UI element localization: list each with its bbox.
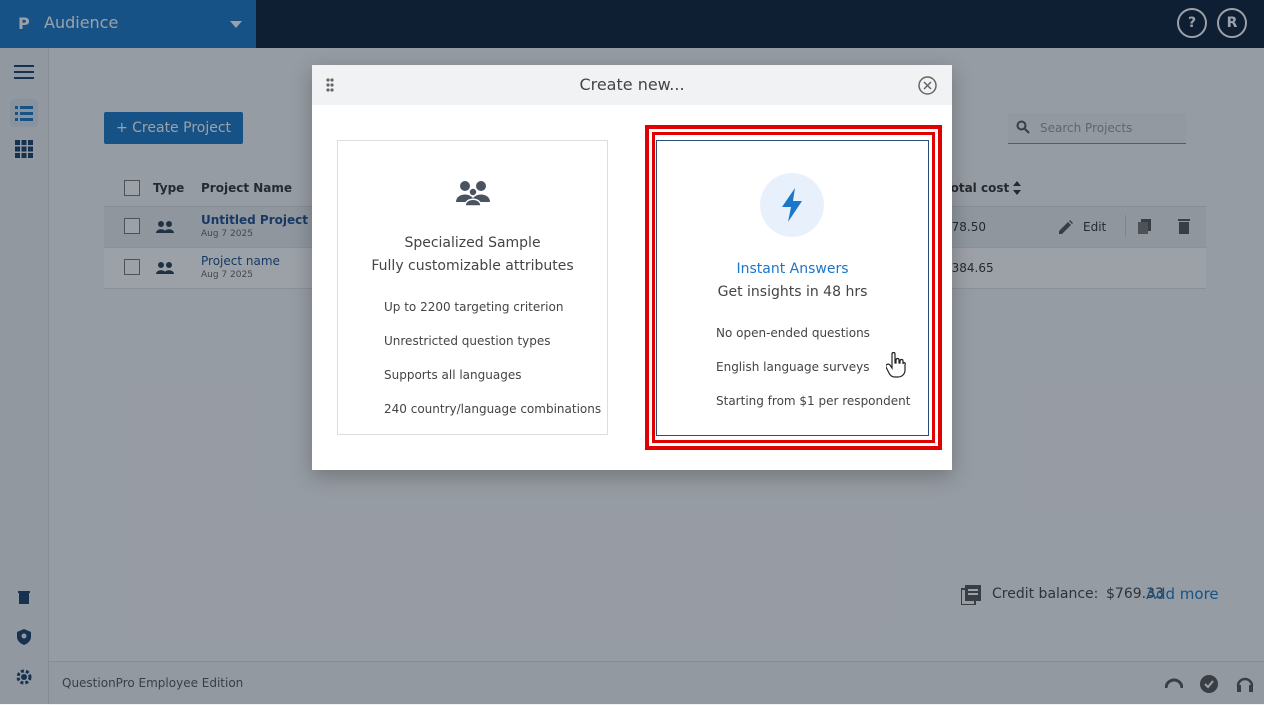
card-title: Instant Answers — [736, 261, 849, 277]
group-users-icon — [456, 181, 490, 206]
specialized-sample-card[interactable]: Specialized Sample Fully customizable at… — [337, 140, 608, 435]
card-feature: Unrestricted question types — [384, 334, 551, 348]
lightning-bolt-icon — [782, 188, 802, 222]
card-subtitle: Fully customizable attributes — [371, 258, 574, 274]
instant-answers-card[interactable]: Instant Answers Get insights in 48 hrs N… — [656, 140, 929, 436]
card-feature: Supports all languages — [384, 368, 522, 382]
card-feature: Starting from $1 per respondent — [716, 394, 911, 408]
card-feature: English language surveys — [716, 360, 870, 374]
icon-circle — [760, 173, 824, 237]
close-icon[interactable] — [918, 76, 937, 95]
dialog-title: Create new... — [579, 75, 685, 94]
card-subtitle: Get insights in 48 hrs — [717, 284, 868, 300]
card-feature: 240 country/language combinations — [384, 402, 602, 416]
card-title: Specialized Sample — [404, 235, 541, 251]
card-feature: No open-ended questions — [716, 326, 870, 340]
hand-cursor-icon — [886, 352, 906, 378]
card-feature: Up to 2200 targeting criterion — [384, 300, 564, 314]
dialog-header: Create new... — [312, 65, 952, 105]
create-new-dialog: Create new... Specialized Sample Fully c… — [312, 65, 952, 470]
